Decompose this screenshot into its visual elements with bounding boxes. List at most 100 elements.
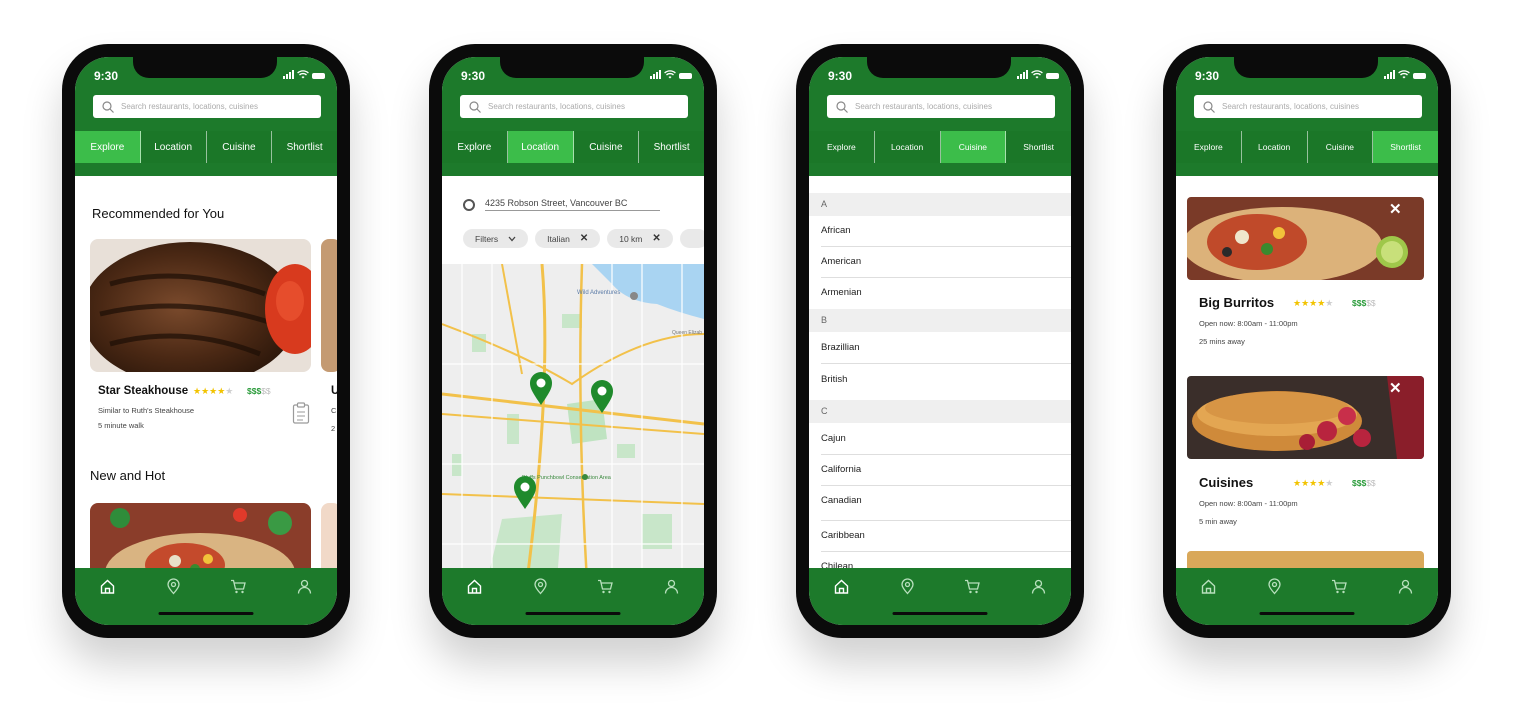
- tab-cuisine[interactable]: Cuisine: [1308, 131, 1374, 163]
- user-icon[interactable]: [296, 578, 313, 595]
- tab-explore[interactable]: Explore: [1176, 131, 1242, 163]
- next-new-image[interactable]: [321, 503, 337, 568]
- tab-explore[interactable]: Explore: [75, 131, 141, 163]
- tab-cuisine[interactable]: Cuisine: [940, 131, 1007, 163]
- close-icon[interactable]: ✕: [1389, 200, 1402, 218]
- tab-location[interactable]: Location: [507, 131, 574, 163]
- cuisine-item[interactable]: Caribbean: [821, 521, 1071, 552]
- search-bar[interactable]: [827, 95, 1055, 118]
- home-indicator[interactable]: [525, 612, 621, 615]
- cuisine-item[interactable]: Cajun: [821, 424, 1071, 455]
- cart-icon[interactable]: [597, 578, 614, 595]
- home-icon[interactable]: [833, 578, 850, 595]
- filters-button[interactable]: Filters: [463, 229, 529, 248]
- chip-distance[interactable]: 10 km ✕: [607, 229, 673, 248]
- tab-bar: Explore Location Cuisine Shortlist: [1176, 131, 1438, 163]
- cuisine-item[interactable]: California: [821, 455, 1071, 486]
- cuisine-item[interactable]: British: [821, 365, 1071, 395]
- tab-explore[interactable]: Explore: [442, 131, 508, 163]
- close-icon[interactable]: ✕: [580, 233, 588, 244]
- location-pin-icon[interactable]: [165, 578, 182, 595]
- address-field[interactable]: 4235 Robson Street, Vancouver BC: [485, 198, 660, 211]
- next-shortlist-image[interactable]: [1187, 551, 1424, 568]
- search-bar[interactable]: [1194, 95, 1422, 118]
- cuisine-item[interactable]: Chilean: [821, 552, 1071, 568]
- search-input[interactable]: [1220, 101, 1414, 112]
- home-indicator[interactable]: [892, 612, 988, 615]
- signal-icon: [1384, 70, 1395, 79]
- signal-icon: [650, 70, 661, 79]
- cuisine-item[interactable]: American: [821, 247, 1071, 278]
- cart-icon[interactable]: [964, 578, 981, 595]
- wifi-icon: [1398, 70, 1410, 79]
- home-icon[interactable]: [99, 578, 116, 595]
- cuisine-item[interactable]: Armenian: [821, 278, 1071, 308]
- tab-location[interactable]: Location: [1242, 131, 1308, 163]
- cart-icon[interactable]: [230, 578, 247, 595]
- cuisine-item[interactable]: Canadian: [821, 486, 1071, 521]
- next-meta-2: 2: [331, 424, 336, 433]
- app-header: 9:30 Explore Location Cuisine Shortlist: [1176, 57, 1438, 176]
- close-icon[interactable]: ✕: [1389, 379, 1402, 397]
- cuisine-item[interactable]: Brazillian: [821, 333, 1071, 364]
- close-icon[interactable]: ✕: [652, 233, 660, 244]
- next-restaurant-name[interactable]: U: [331, 385, 337, 397]
- price-off: $$: [1366, 478, 1376, 488]
- restaurant-name[interactable]: Big Burritos: [1199, 295, 1274, 310]
- status-time: 9:30: [461, 69, 486, 83]
- filters-label: Filters: [475, 233, 499, 244]
- filter-chips: Filters Italian ✕ 10 km ✕: [463, 229, 704, 248]
- home-icon[interactable]: [466, 578, 483, 595]
- map-pin-icon[interactable]: [529, 372, 553, 406]
- search-input[interactable]: [486, 101, 680, 112]
- tab-shortlist[interactable]: Shortlist: [1373, 131, 1438, 163]
- price-level: $$$$$: [1352, 298, 1376, 308]
- steak-image[interactable]: [90, 239, 311, 372]
- battery-icon: [679, 73, 692, 79]
- user-icon[interactable]: [1030, 578, 1047, 595]
- next-card-image[interactable]: [321, 239, 337, 372]
- restaurant-name[interactable]: Star Steakhouse: [98, 385, 188, 397]
- user-icon[interactable]: [663, 578, 680, 595]
- tab-location[interactable]: Location: [875, 131, 941, 163]
- search-input[interactable]: [853, 101, 1047, 112]
- home-indicator[interactable]: [1259, 612, 1355, 615]
- search-input[interactable]: [119, 101, 313, 112]
- map-pin-icon[interactable]: [513, 476, 537, 510]
- burrito-image[interactable]: [90, 503, 311, 568]
- map-pin-icon[interactable]: [590, 380, 614, 414]
- search-bar[interactable]: [93, 95, 321, 118]
- location-pin-icon[interactable]: [532, 578, 549, 595]
- search-bar[interactable]: [460, 95, 688, 118]
- user-icon[interactable]: [1397, 578, 1414, 595]
- shortlist-content: ✕ Big Burritos ★★★★★ $$$$$ Open now: 8:0…: [1176, 176, 1438, 568]
- cart-icon[interactable]: [1331, 578, 1348, 595]
- cuisine-item[interactable]: African: [821, 216, 1071, 247]
- home-indicator[interactable]: [158, 612, 254, 615]
- screen-location: 9:30 Explore Location Cuisine Shortlist: [442, 57, 704, 625]
- tab-shortlist[interactable]: Shortlist: [639, 131, 704, 163]
- chip-italian[interactable]: Italian ✕: [535, 229, 601, 248]
- walk-distance: 5 minute walk: [98, 421, 144, 430]
- tab-explore[interactable]: Explore: [809, 131, 875, 163]
- location-pin-icon[interactable]: [899, 578, 916, 595]
- app-header: 9:30 Explore Location Cuisine Shortlist: [809, 57, 1071, 176]
- chip-more[interactable]: [679, 229, 704, 248]
- map-road-label: Queen Elizab: [672, 330, 702, 336]
- address-row[interactable]: 4235 Robson Street, Vancouver BC: [463, 198, 660, 211]
- map-view[interactable]: Wild Adventures Queen Elizab Bluffs Punc…: [442, 264, 704, 568]
- home-icon[interactable]: [1200, 578, 1217, 595]
- tab-location[interactable]: Location: [141, 131, 207, 163]
- screen-explore: 9:30 Explore Location Cuisine Shortlist …: [75, 57, 337, 625]
- open-hours: Open now: 8:00am - 11:00pm: [1199, 499, 1298, 508]
- restaurant-name[interactable]: Cuisines: [1199, 475, 1253, 490]
- tab-cuisine[interactable]: Cuisine: [574, 131, 640, 163]
- location-pin-icon[interactable]: [1266, 578, 1283, 595]
- tab-cuisine[interactable]: Cuisine: [207, 131, 273, 163]
- clipboard-icon[interactable]: [292, 402, 310, 424]
- tab-shortlist[interactable]: Shortlist: [1006, 131, 1071, 163]
- tab-shortlist[interactable]: Shortlist: [272, 131, 337, 163]
- section-header-b: B: [809, 309, 1071, 332]
- status-icons: [1017, 70, 1059, 79]
- tab-bar: Explore Location Cuisine Shortlist: [442, 131, 704, 163]
